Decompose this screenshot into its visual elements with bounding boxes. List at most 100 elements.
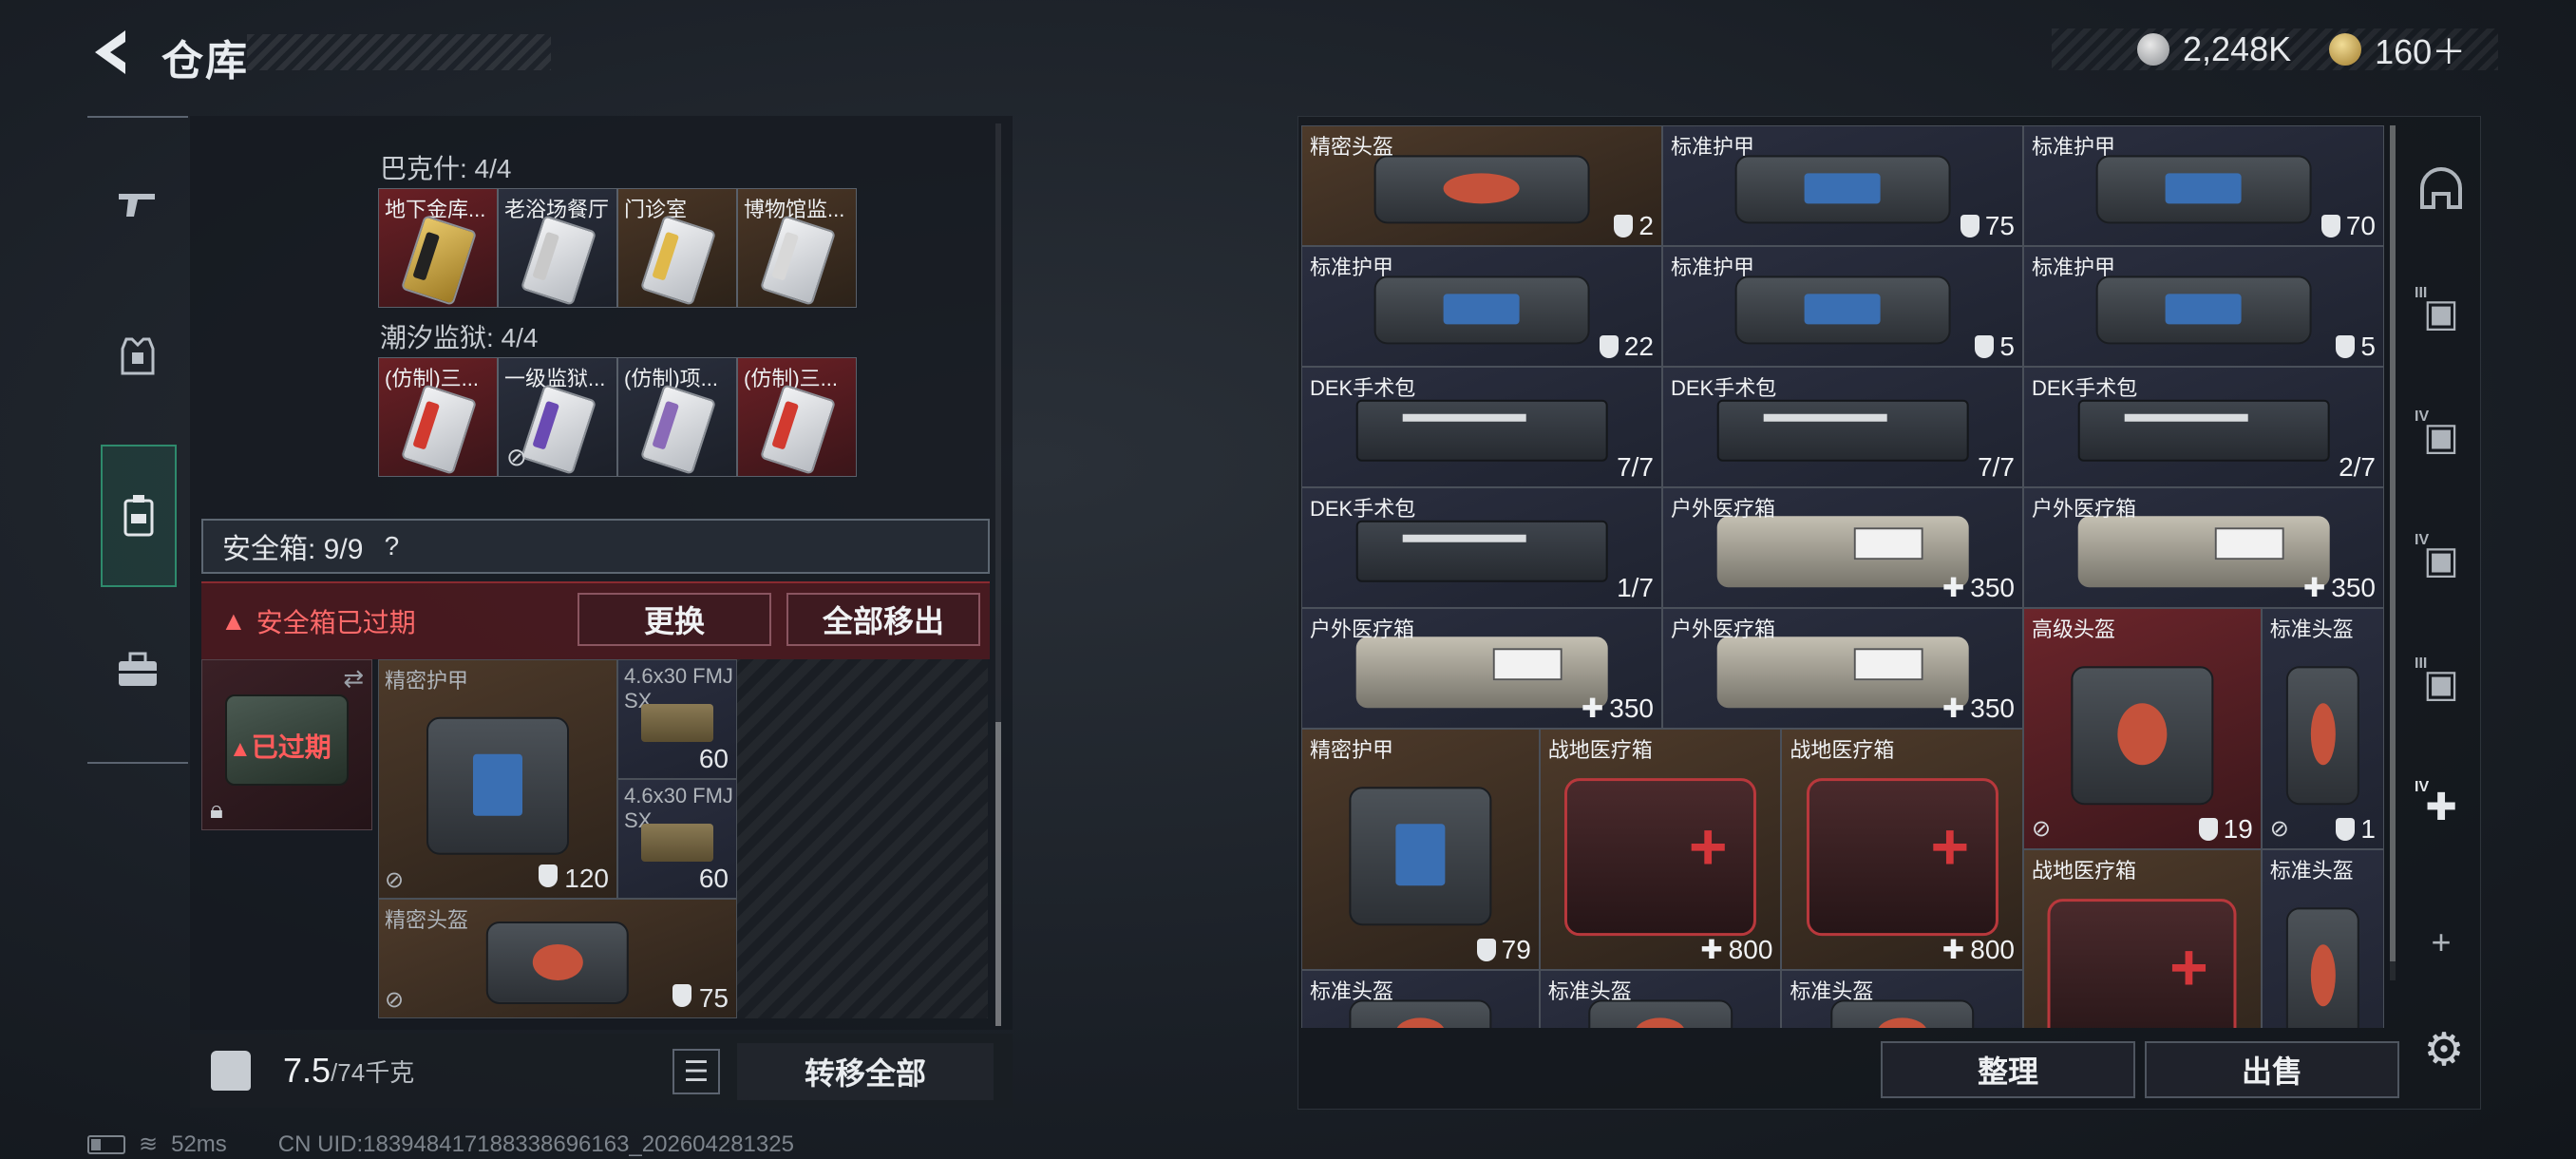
silver-amount: 2,248K <box>2183 29 2292 68</box>
help-icon[interactable]: ? <box>374 529 408 563</box>
stash-item[interactable]: 户外医疗箱 ✚ 350 <box>1662 487 2023 608</box>
lock-icon: 🔒︎ <box>210 795 223 824</box>
medical-pouch-image <box>1716 515 1969 587</box>
stash-item[interactable]: 标准护甲 75 <box>1662 125 2023 246</box>
heal-icon: ✚ <box>2302 573 2326 602</box>
shield-icon <box>1975 335 1995 358</box>
durability: 1 <box>2336 814 2376 845</box>
replace-button[interactable]: 更换 <box>578 593 771 646</box>
tab-weapons[interactable] <box>99 165 177 243</box>
stash-item[interactable]: 标准护甲 5 <box>2023 246 2384 367</box>
move-all-out-button[interactable]: 全部移出 <box>786 593 980 646</box>
stash-scrollbar-thumb[interactable] <box>2390 125 2396 961</box>
helmet-image <box>1373 154 1590 224</box>
key-item[interactable]: (仿制)三... <box>737 357 857 477</box>
armor-image <box>2095 275 2312 345</box>
uses-count: 7/7 <box>1978 452 2015 482</box>
stash-item[interactable]: 精密护甲 79 <box>1301 729 1540 970</box>
key-item[interactable]: 地下金库... <box>378 188 498 308</box>
helmet-rail-icon: ▣ <box>2423 663 2459 705</box>
filter-helmet[interactable] <box>2413 162 2470 218</box>
filter-tier-iv-helmet[interactable]: IV ▣ <box>2413 532 2470 589</box>
stash-item[interactable]: 高级头盔 19 ⊘ <box>2023 608 2262 849</box>
tab-tools[interactable] <box>99 631 177 709</box>
stash-item[interactable]: 标准护甲 5 <box>1662 246 2023 367</box>
sell-button[interactable]: 出售 <box>2145 1041 2399 1098</box>
safe-item[interactable]: 4.6x30 FMJ SX 60 <box>617 659 737 779</box>
stash-item[interactable]: 标准头盔 <box>1781 970 2023 1028</box>
add-filter-button[interactable]: + <box>2413 914 2470 971</box>
stash-item[interactable]: DEK手术包 1/7 <box>1301 487 1662 608</box>
durability: 19 <box>2198 814 2253 845</box>
stash-item[interactable]: DEK手术包 2/7 <box>2023 367 2384 487</box>
helmet-image <box>2286 907 2359 1028</box>
transfer-all-button[interactable]: 转移全部 <box>737 1043 994 1100</box>
item-name: 标准头盔 <box>2269 618 2354 641</box>
safe-box-header: 安全箱: 9/9 ? <box>201 519 990 574</box>
safe-box-item[interactable]: ▲已过期 🔒︎ ⇄ <box>201 659 372 830</box>
stack-count: 60 <box>698 744 729 773</box>
wifi-icon: ≋ <box>139 1131 159 1157</box>
stash-item[interactable]: DEK手术包 7/7 <box>1662 367 2023 487</box>
key-item[interactable]: (仿制)三... <box>378 357 498 477</box>
key-item[interactable]: (仿制)项... <box>617 357 737 477</box>
item-name: 户外医疗箱 <box>2032 497 2137 521</box>
gold-amount[interactable]: 160＋ <box>2375 25 2466 74</box>
key-item[interactable]: 博物馆监... <box>737 188 857 308</box>
stash-item[interactable]: 户外医疗箱 ✚ 350 <box>2023 487 2384 608</box>
sort-button[interactable]: 整理 <box>1881 1041 2135 1098</box>
tier-label: IV <box>2415 408 2430 425</box>
item-name: DEK手术包 <box>2032 376 2138 400</box>
stash-item[interactable]: 户外医疗箱 ✚ 350 <box>1301 608 1662 729</box>
stash-item[interactable]: 标准头盔 <box>1301 970 1540 1028</box>
item-name: 标准护甲 <box>2032 256 2116 279</box>
stash-item[interactable]: 战地医疗箱 ✚800 <box>1781 729 2023 970</box>
item-name: 标准护甲 <box>1310 256 1394 279</box>
stash-item[interactable]: 户外医疗箱 ✚ 350 <box>1662 608 2023 729</box>
durability: 5 <box>1975 332 2015 362</box>
stash-item[interactable]: DEK手术包 7/7 <box>1301 367 1662 487</box>
safe-item[interactable]: 4.6x30 FMJ SX 60 <box>617 779 737 899</box>
safe-item[interactable]: 精密护甲 ⊘ 120 <box>378 659 617 899</box>
filter-medical[interactable]: IV ✚ <box>2413 779 2470 836</box>
surgery-kit-image <box>2077 399 2330 462</box>
heal-icon: ✚ <box>1941 573 1965 602</box>
stash-item[interactable]: 标准头盔 <box>1539 970 1782 1028</box>
safe-box-icon <box>123 495 154 537</box>
left-scrollbar-thumb[interactable] <box>995 722 1001 1026</box>
surgery-kit-image <box>1716 399 1969 462</box>
stack-count: 60 <box>698 864 729 893</box>
helmet-image <box>2071 666 2214 806</box>
first-aid-box-image <box>1806 778 1998 937</box>
filter-tier-iii-armor[interactable]: III ▣ <box>2413 285 2470 342</box>
chevron-left-icon <box>95 30 125 74</box>
tab-equipment[interactable] <box>99 317 177 395</box>
swap-icon[interactable]: ⇄ <box>343 664 364 694</box>
right-filter-rail: III ▣ IV ▣ IV ▣ III ▣ IV ✚ + <box>2403 133 2479 1007</box>
stash-item[interactable]: 战地医疗箱 ✚800 <box>1539 729 1782 970</box>
stash-item[interactable]: 战地医疗箱 <box>2023 849 2262 1028</box>
settings-button[interactable]: ⚙ <box>2420 1025 2468 1075</box>
filter-tier-iv-armor[interactable]: IV ▣ <box>2413 408 2470 466</box>
weight-capacity: /74千克 <box>331 1057 415 1087</box>
stash-item[interactable]: 标准护甲 22 <box>1301 246 1662 367</box>
item-name: 精密护甲 <box>1310 738 1394 762</box>
tab-safe-box[interactable] <box>101 445 177 587</box>
uses-count: 1/7 <box>1617 573 1654 602</box>
stash-item[interactable]: 标准护甲 70 <box>2023 125 2384 246</box>
keycard-icon <box>400 215 478 306</box>
key-item[interactable]: 老浴场餐厅 <box>498 188 617 308</box>
back-button[interactable] <box>87 27 135 78</box>
safe-item[interactable]: 精密头盔 ⊘ 75 <box>378 899 737 1018</box>
stash-item[interactable]: 精密头盔 2 <box>1301 125 1662 246</box>
stash-item[interactable]: 标准头盔 1 ⊘ <box>2261 608 2384 849</box>
key-item[interactable]: 一级监狱... ⊘ <box>498 357 617 477</box>
tier-label: III <box>2415 656 2428 672</box>
key-item[interactable]: 门诊室 <box>617 188 737 308</box>
weight-current: 7.5 <box>283 1051 331 1090</box>
list-view-button[interactable]: ☰ <box>672 1049 720 1094</box>
key-row-1: 地下金库... 老浴场餐厅 门诊室 博物馆监... <box>378 188 857 308</box>
stash-item[interactable]: 标准头盔 <box>2261 849 2384 1028</box>
filter-tier-iii-helmet[interactable]: III ▣ <box>2413 656 2470 712</box>
first-aid-box-image <box>1564 778 1757 937</box>
